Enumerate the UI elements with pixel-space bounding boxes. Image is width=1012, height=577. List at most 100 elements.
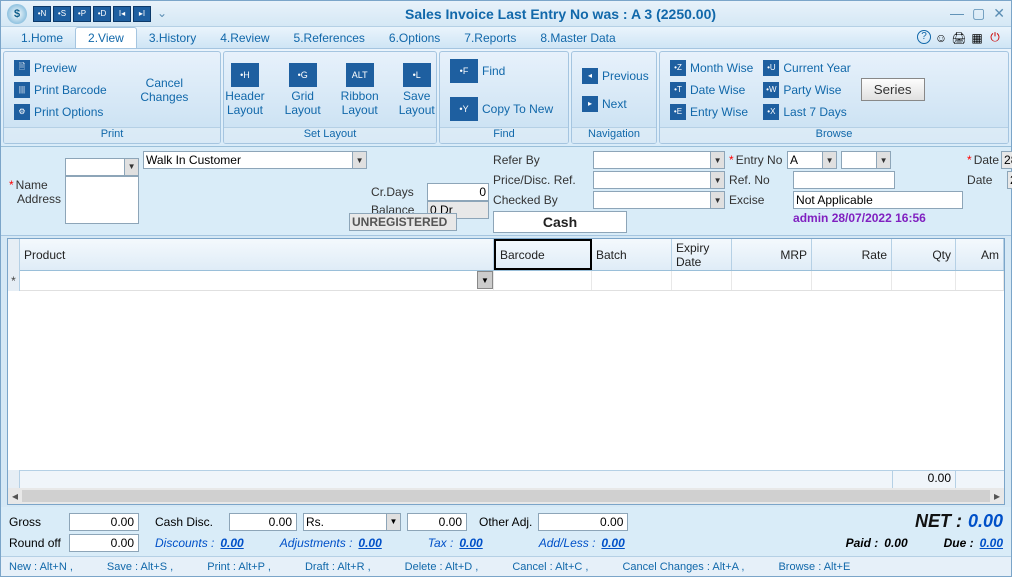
crdays-input[interactable]	[427, 183, 489, 201]
exit-icon[interactable]: ⏻	[987, 30, 1003, 46]
print-options-button[interactable]: ⚙Print Options	[10, 102, 111, 122]
date-wise-button[interactable]: •TDate Wise	[666, 80, 757, 100]
col-barcode[interactable]: Barcode	[494, 239, 592, 270]
qat-prev-icon[interactable]: I◂	[113, 6, 131, 22]
currency-val-input[interactable]	[407, 513, 467, 531]
tab-reports[interactable]: 7.Reports	[452, 28, 528, 48]
name-code-input[interactable]	[65, 158, 125, 176]
maximize-icon[interactable]: ▢	[972, 5, 985, 22]
minimize-icon[interactable]: —	[950, 5, 964, 22]
date1-input[interactable]	[1001, 151, 1012, 169]
shortcut-cancel-changes[interactable]: Cancel Changes : Alt+A ,	[622, 561, 744, 573]
referby-input[interactable]	[593, 151, 711, 169]
save-layout-button[interactable]: •LSave Layout	[393, 61, 441, 119]
col-mrp[interactable]: MRP	[732, 239, 812, 270]
grid-corner	[8, 239, 20, 271]
user-icon[interactable]: ☺	[933, 30, 949, 46]
net-value: 0.00	[968, 511, 1003, 532]
otheradj-input[interactable]	[538, 513, 628, 531]
series-button[interactable]: Series	[861, 78, 925, 101]
scroll-right-icon[interactable]: ▸	[990, 489, 1004, 503]
col-rate[interactable]: Rate	[812, 239, 892, 270]
help-icon[interactable]: ?	[917, 30, 931, 44]
tab-master-data[interactable]: 8.Master Data	[528, 28, 627, 48]
pricedisc-dropdown-icon[interactable]: ▼	[711, 171, 725, 189]
checkedby-dropdown-icon[interactable]: ▼	[711, 191, 725, 209]
tab-history[interactable]: 3.History	[137, 28, 208, 48]
shortcut-draft[interactable]: Draft : Alt+R ,	[305, 561, 371, 573]
header-layout-button[interactable]: •HHeader Layout	[219, 61, 270, 119]
party-wise-button[interactable]: •WParty Wise	[759, 80, 854, 100]
customer-dropdown-icon[interactable]: ▼	[353, 151, 367, 169]
qat-delete-icon[interactable]: •D	[93, 6, 111, 22]
tab-view[interactable]: 2.View	[75, 27, 137, 48]
tab-home[interactable]: 1.Home	[9, 28, 75, 48]
horizontal-scrollbar[interactable]: ◂ ▸	[8, 488, 1004, 504]
col-batch[interactable]: Batch	[592, 239, 672, 270]
currency-input[interactable]	[303, 513, 387, 531]
shortcut-save[interactable]: Save : Alt+S ,	[107, 561, 173, 573]
address-input[interactable]	[65, 176, 139, 224]
col-qty[interactable]: Qty	[892, 239, 956, 270]
close-icon[interactable]: ✕	[993, 5, 1005, 22]
cancel-changes-button[interactable]: Cancel Changes	[115, 74, 214, 106]
customer-input[interactable]	[143, 151, 353, 169]
entryno-num-input[interactable]	[841, 151, 877, 169]
tab-references[interactable]: 5.References	[282, 28, 377, 48]
entryno-series-dropdown-icon[interactable]: ▼	[823, 151, 837, 169]
grid-layout-button[interactable]: •GGrid Layout	[279, 61, 327, 119]
app-logo-icon: $	[7, 4, 27, 24]
qat-print-icon[interactable]: •P	[73, 6, 91, 22]
window-title: Sales Invoice Last Entry No was : A 3 (2…	[171, 6, 950, 22]
referby-dropdown-icon[interactable]: ▼	[711, 151, 725, 169]
qat-next-icon[interactable]: ▸I	[133, 6, 151, 22]
refno-input[interactable]	[793, 171, 895, 189]
calculator-icon[interactable]: ▦	[969, 30, 985, 46]
current-year-button[interactable]: •UCurrent Year	[759, 58, 854, 78]
shortcut-cancel[interactable]: Cancel : Alt+C ,	[512, 561, 588, 573]
shortcut-browse[interactable]: Browse : Alt+E	[778, 561, 850, 573]
name-code-dropdown-icon[interactable]: ▼	[125, 158, 139, 176]
adjustments-label: Adjustments :	[280, 536, 353, 550]
preview-button[interactable]: 🗎Preview	[10, 58, 111, 78]
entryno-num-dropdown-icon[interactable]: ▼	[877, 151, 891, 169]
shortcut-new[interactable]: New : Alt+N ,	[9, 561, 73, 573]
table-row[interactable]: ▼	[20, 271, 1004, 291]
checkedby-input[interactable]	[593, 191, 711, 209]
col-product[interactable]: Product	[20, 239, 494, 270]
entryno-series-input[interactable]	[787, 151, 823, 169]
currency-dropdown-icon[interactable]: ▼	[387, 513, 401, 531]
previous-button[interactable]: ◂Previous	[578, 66, 653, 86]
qat-customize-icon[interactable]: ⌄	[153, 6, 171, 22]
tab-review[interactable]: 4.Review	[208, 28, 281, 48]
tax-link[interactable]: 0.00	[459, 536, 482, 550]
date2-input[interactable]	[1007, 171, 1012, 189]
qat-save-icon[interactable]: •S	[53, 6, 71, 22]
ribbon-layout-button[interactable]: ALTRibbon Layout	[335, 61, 385, 119]
col-expiry[interactable]: Expiry Date	[672, 239, 732, 270]
due-link[interactable]: 0.00	[980, 536, 1003, 550]
product-dropdown-icon[interactable]: ▼	[477, 271, 493, 289]
copy-to-new-button[interactable]: •YCopy To New	[446, 95, 557, 123]
pricedisc-input[interactable]	[593, 171, 711, 189]
scroll-left-icon[interactable]: ◂	[8, 489, 22, 503]
address-label: Address	[17, 192, 61, 206]
entry-wise-button[interactable]: •EEntry Wise	[666, 102, 757, 122]
qat-new-icon[interactable]: •N	[33, 6, 51, 22]
tab-options[interactable]: 6.Options	[377, 28, 452, 48]
month-wise-button[interactable]: •ZMonth Wise	[666, 58, 757, 78]
print-barcode-button[interactable]: |||Print Barcode	[10, 80, 111, 100]
last7-button[interactable]: •XLast 7 Days	[759, 102, 854, 122]
ribbon-group-print: 🗎Preview |||Print Barcode ⚙Print Options…	[3, 51, 221, 144]
next-button[interactable]: ▸Next	[578, 94, 653, 114]
find-button[interactable]: •FFind	[446, 57, 557, 85]
cashdisc-input[interactable]	[229, 513, 297, 531]
print-icon[interactable]: 🖨	[951, 30, 967, 46]
col-am[interactable]: Am	[956, 239, 1004, 270]
addless-link[interactable]: 0.00	[601, 536, 624, 550]
excise-input[interactable]	[793, 191, 963, 209]
shortcut-delete[interactable]: Delete : Alt+D ,	[405, 561, 479, 573]
shortcut-print[interactable]: Print : Alt+P ,	[207, 561, 271, 573]
adjustments-link[interactable]: 0.00	[358, 536, 381, 550]
discounts-link[interactable]: 0.00	[220, 536, 243, 550]
